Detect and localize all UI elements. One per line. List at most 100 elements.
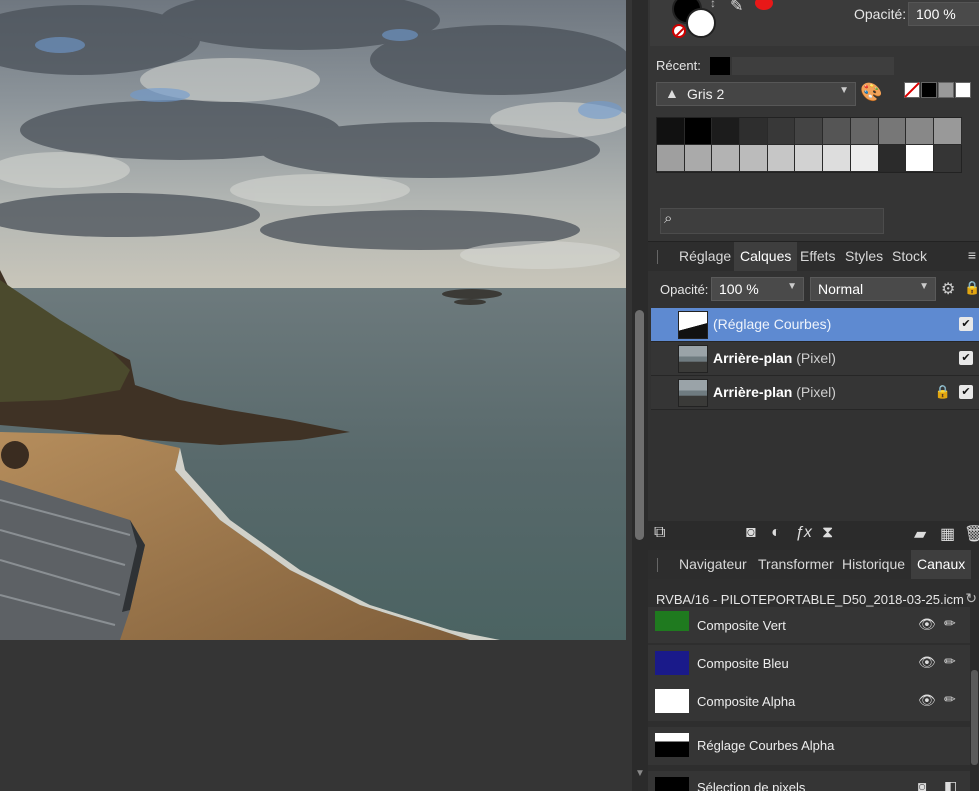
channel-row-blue[interactable]: Composite Bleu 👁 ✏ <box>648 645 970 683</box>
channel-name: Sélection de pixels <box>697 780 806 791</box>
background-color-swatch[interactable] <box>686 8 716 38</box>
refresh-icon[interactable]: ↻ <box>965 590 977 607</box>
recent-colors-bar <box>732 57 894 75</box>
tab-effets[interactable]: Effets <box>794 242 842 271</box>
chevron-down-icon: ▼ <box>919 281 929 292</box>
add-pixel-layer-icon[interactable]: ▦ <box>940 524 955 544</box>
lock-icon[interactable]: 🔒 <box>964 280 979 296</box>
pencil-icon[interactable]: ✏ <box>944 615 956 632</box>
document-canvas[interactable] <box>0 0 633 791</box>
palette-swatch[interactable] <box>712 145 741 172</box>
live-filter-icon[interactable]: ⧗ <box>822 524 833 542</box>
palette-swatch[interactable] <box>767 118 796 145</box>
channel-row-alpha[interactable]: Composite Alpha 👁 ✏ <box>648 683 970 721</box>
panel-menu-icon[interactable]: ≡ <box>968 247 976 263</box>
mask-channel-icon[interactable]: ◙ <box>918 778 926 791</box>
palette-swatch[interactable] <box>740 145 768 172</box>
quick-swatch-none[interactable] <box>904 82 920 98</box>
palette-swatch[interactable] <box>906 145 934 172</box>
gear-icon[interactable]: ⚙ <box>941 279 955 299</box>
eye-icon[interactable]: 👁 <box>918 654 936 671</box>
palette-swatch[interactable] <box>823 118 851 145</box>
tab-styles[interactable]: Styles <box>839 242 889 271</box>
palette-swatch[interactable] <box>906 118 934 145</box>
photo-render <box>0 0 626 640</box>
layer-name-text: Arrière-plan <box>713 384 793 400</box>
palette-swatch[interactable] <box>657 118 685 145</box>
eye-icon[interactable]: 👁 <box>918 616 936 633</box>
tab-separator <box>657 558 658 572</box>
channels-scrollbar-thumb[interactable] <box>971 670 978 765</box>
palette-swatch[interactable] <box>878 118 907 145</box>
layer-name-text: Arrière-plan <box>713 350 793 366</box>
palette-swatch[interactable] <box>933 118 962 145</box>
color-opacity-field[interactable]: 100 % <box>908 2 979 26</box>
palette-swatch[interactable] <box>850 145 879 172</box>
palette-select[interactable]: ▲ Gris 2 ▼ <box>656 82 856 106</box>
color-picker-result-swatch[interactable] <box>755 0 773 10</box>
palette-swatch[interactable] <box>657 145 685 172</box>
layer-opacity-field[interactable]: 100 % ▼ <box>711 277 804 301</box>
chevron-down-icon: ▼ <box>787 281 797 292</box>
scroll-down-icon[interactable]: ▼ <box>635 768 645 779</box>
canvas-vertical-scrollbar[interactable]: ▼ <box>632 0 648 791</box>
channel-options-icon[interactable]: ◧ <box>944 778 957 791</box>
palette-options-icon[interactable]: 🎨 <box>860 82 882 103</box>
layer-visibility-checkbox[interactable]: ✔ <box>959 317 973 331</box>
fx-icon[interactable]: ƒx <box>795 524 812 542</box>
tab-stock[interactable]: Stock <box>886 242 933 271</box>
palette-swatch[interactable] <box>850 118 879 145</box>
swap-colors-icon[interactable]: ↕ <box>710 0 716 10</box>
palette-swatch[interactable] <box>795 118 824 145</box>
quick-swatch-black[interactable] <box>921 82 937 98</box>
layer-thumbnail <box>678 311 708 339</box>
palette-swatch[interactable] <box>712 118 741 145</box>
layer-visibility-checkbox[interactable]: ✔ <box>959 351 973 365</box>
tab-canaux[interactable]: Canaux <box>911 550 972 579</box>
palette-swatch[interactable] <box>684 118 713 145</box>
tab-reglage[interactable]: Réglage <box>673 242 737 271</box>
pencil-icon[interactable]: ✏ <box>944 653 956 670</box>
layers-stack-icon[interactable]: ⧉ <box>654 524 665 542</box>
layer-name: (Réglage Courbes) <box>713 316 831 332</box>
layer-lock-icon[interactable]: 🔒 <box>935 384 951 400</box>
eye-icon[interactable]: 👁 <box>918 692 936 709</box>
canvas-scrollbar-thumb[interactable] <box>635 310 644 540</box>
layer-row-background[interactable]: Arrière-plan (Pixel) ✔ <box>651 342 979 376</box>
pencil-icon[interactable]: ✏ <box>944 691 956 708</box>
group-folder-icon[interactable]: ▰ <box>914 524 926 544</box>
palette-swatch[interactable] <box>740 118 768 145</box>
tab-transformer[interactable]: Transformer <box>752 550 840 579</box>
chevron-down-icon: ▼ <box>839 85 849 96</box>
tab-separator <box>657 250 658 264</box>
photo-image[interactable] <box>0 0 626 640</box>
layer-row-background-locked[interactable]: Arrière-plan (Pixel) 🔒 ✔ <box>651 376 979 410</box>
palette-swatch[interactable] <box>823 145 851 172</box>
tab-navigateur[interactable]: Navigateur <box>673 550 753 579</box>
color-picker-icon[interactable]: ✎ <box>730 0 743 16</box>
palette-name: Gris 2 <box>687 86 725 102</box>
adjustment-layer-icon[interactable]: ◐ <box>771 524 781 542</box>
channel-row-green[interactable]: Composite Vert 👁 ✏ <box>648 607 970 643</box>
layer-visibility-checkbox[interactable]: ✔ <box>959 385 973 399</box>
no-color-icon[interactable] <box>672 24 686 38</box>
palette-swatch[interactable] <box>878 145 907 172</box>
palette-swatch[interactable] <box>767 145 796 172</box>
quick-swatch-grey[interactable] <box>938 82 954 98</box>
swatch-search-field[interactable]: ⌕ <box>660 208 884 234</box>
blend-mode-select[interactable]: Normal ▼ <box>810 277 936 301</box>
palette-swatch[interactable] <box>795 145 824 172</box>
mask-layer-icon[interactable]: ◙ <box>746 524 756 542</box>
recent-color-swatch[interactable] <box>710 57 730 75</box>
tab-historique[interactable]: Historique <box>836 550 911 579</box>
tab-calques[interactable]: Calques <box>734 242 798 271</box>
channel-thumbnail <box>655 777 689 791</box>
channel-row-curves-alpha[interactable]: Réglage Courbes Alpha <box>648 727 970 765</box>
color-opacity-label: Opacité: <box>854 6 907 22</box>
delete-layer-icon[interactable]: 🗑 <box>964 524 979 544</box>
channels-scrollbar[interactable] <box>970 620 979 791</box>
channel-row-pixel-selection[interactable]: Sélection de pixels ◙ ◧ <box>648 771 970 791</box>
palette-swatch[interactable] <box>684 145 713 172</box>
layer-row-curves[interactable]: (Réglage Courbes) ✔ <box>651 308 979 342</box>
quick-swatch-white[interactable] <box>955 82 971 98</box>
